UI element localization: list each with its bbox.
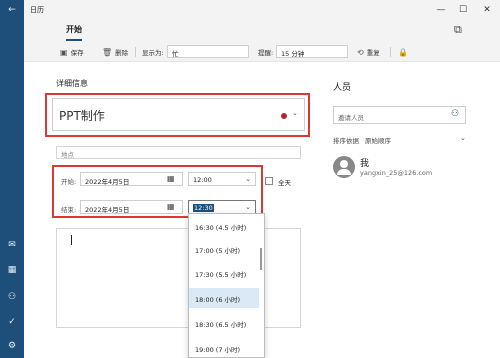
time-option-selected[interactable]: 18:00 (6 小时) [189, 288, 259, 308]
chevron-down-icon[interactable]: ⌄ [460, 134, 466, 142]
event-title-input[interactable]: PPT制作 ⌄ [52, 98, 305, 131]
maximize-icon[interactable]: ☐ [456, 3, 470, 17]
app-sidebar: ← ✉ ▦ ⚇ ✓ ⚙ [0, 0, 24, 358]
text-caret [71, 235, 72, 245]
sort-value: 原始顺序 [365, 137, 391, 145]
invite-placeholder: 邀请人员 [338, 114, 364, 122]
settings-icon[interactable]: ⚙ [0, 338, 24, 354]
chevron-down-icon: ⌄ [245, 203, 251, 211]
window-title: 日历 [30, 6, 44, 14]
show-as-label: 显示为: [142, 49, 164, 57]
details-heading: 详细信息 [56, 79, 88, 88]
people-icon[interactable]: ⚇ [0, 289, 24, 305]
end-label: 结束: [61, 206, 77, 214]
title-bar: 日历 — ☐ ✕ [24, 0, 500, 20]
dropdown-scrollbar[interactable] [260, 248, 262, 270]
back-arrow-icon[interactable]: ← [0, 2, 24, 18]
calendar-icon[interactable]: ▦ [0, 262, 24, 278]
toolbar-divider [135, 47, 136, 57]
time-dropdown[interactable]: 16:30 (4.5 小时) 17:00 (5 小时) 17:30 (5.5 小… [188, 213, 265, 358]
location-input[interactable]: 地点 [56, 146, 301, 159]
start-date-value: 2022年4月5日 [85, 178, 130, 186]
private-lock-button[interactable]: 🔒 [398, 46, 408, 58]
end-time-picker[interactable]: 12:30 ⌄ [188, 200, 256, 214]
sort-control[interactable]: 排序依据 原始顺序 [333, 135, 391, 145]
save-label: 保存 [70, 49, 84, 57]
invite-person-icon[interactable]: ⚇ [451, 109, 459, 119]
show-as-select[interactable]: 忙 [167, 45, 249, 58]
toolbar: ▣ 保存 🗑 删除 显示为: 忙 提醒: 15 分钟 ⟲ 重复 🔒 [24, 42, 500, 62]
time-option[interactable]: 19:00 (7 小时) [189, 338, 259, 357]
lock-icon: 🔒 [398, 47, 408, 57]
popout-icon[interactable]: ⧉ [454, 23, 462, 37]
tab-home[interactable]: 开始 [66, 24, 82, 35]
start-time-value: 12:00 [193, 176, 212, 184]
time-option[interactable]: 16:30 (4.5 小时) [189, 216, 259, 236]
attendee-email: yangxin_25@126.com [360, 169, 433, 177]
attendee-name: 我 [360, 159, 370, 169]
reminder-label: 提醒: [258, 49, 274, 57]
repeat-icon: ⟲ [357, 47, 364, 57]
avatar [333, 156, 355, 178]
ribbon-tabs: 开始 ⧉ [24, 20, 500, 42]
time-option[interactable]: 18:30 (6.5 小时) [189, 313, 259, 333]
calendar-picker-icon[interactable]: ▦ [167, 202, 175, 211]
save-icon: ▣ [60, 47, 68, 57]
chevron-down-icon[interactable]: ⌄ [292, 109, 298, 117]
todo-icon[interactable]: ✓ [0, 314, 24, 330]
close-icon[interactable]: ✕ [480, 3, 494, 17]
start-time-picker[interactable]: 12:00 ⌄ [188, 172, 256, 186]
end-time-value: 12:30 [193, 204, 214, 212]
start-label: 开始: [61, 178, 77, 186]
repeat-button[interactable]: ⟲ 重复 [357, 46, 380, 58]
people-heading: 人员 [333, 83, 352, 93]
delete-button[interactable]: 🗑 删除 [102, 46, 128, 58]
delete-label: 删除 [115, 49, 129, 57]
mail-icon[interactable]: ✉ [0, 237, 24, 253]
repeat-label: 重复 [366, 49, 380, 57]
reminder-select[interactable]: 15 分钟 [276, 45, 348, 58]
chevron-down-icon: ⌄ [245, 175, 251, 183]
tab-underline [66, 39, 82, 41]
end-date-value: 2022年4月5日 [85, 206, 130, 214]
event-title-text: PPT制作 [59, 109, 105, 123]
time-option[interactable]: 17:30 (5.5 小时) [189, 263, 259, 283]
time-option[interactable]: 17:00 (5 小时) [189, 239, 259, 259]
all-day-checkbox[interactable] [265, 177, 273, 185]
invite-people-input[interactable]: 邀请人员 ⚇ [333, 106, 466, 124]
delete-icon: 🗑 [102, 47, 113, 57]
minimize-icon[interactable]: — [434, 3, 448, 17]
sort-label: 排序依据 [333, 137, 359, 145]
calendar-picker-icon[interactable]: ▦ [167, 174, 175, 183]
all-day-label: 全天 [278, 179, 291, 187]
toolbar-divider [390, 47, 391, 57]
calendar-color-dot[interactable] [281, 113, 287, 119]
save-button[interactable]: ▣ 保存 [60, 46, 84, 58]
